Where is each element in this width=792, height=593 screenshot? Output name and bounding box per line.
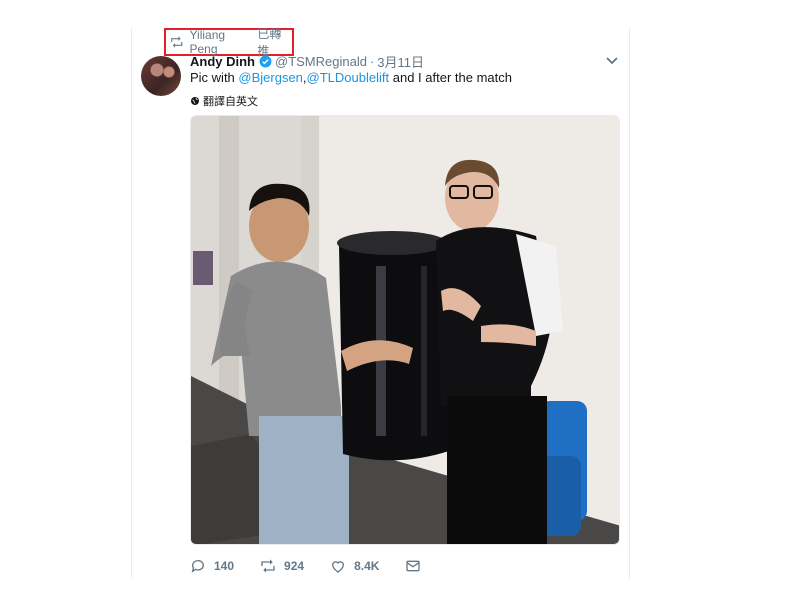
author-handle[interactable]: @TSMReginald (275, 54, 367, 69)
tweet-text-suffix: and I after the match (389, 70, 512, 85)
translate-link[interactable]: 翻譯自英文 (190, 93, 258, 109)
photo-illustration (191, 116, 619, 544)
tweet-photo[interactable] (190, 115, 620, 545)
envelope-icon (406, 560, 421, 572)
avatar[interactable] (141, 56, 181, 96)
globe-icon (191, 97, 199, 105)
tweet-actions: 140 924 8.4K (190, 558, 455, 574)
verified-badge-icon (259, 55, 272, 67)
chevron-down-icon[interactable] (606, 57, 618, 65)
tweet-text-prefix: Pic with (190, 70, 239, 85)
like-count: 8.4K (354, 559, 380, 573)
heart-icon (332, 561, 345, 573)
reply-button[interactable]: 140 (190, 558, 234, 574)
translate-label[interactable]: 翻譯自英文 (203, 93, 258, 109)
like-button[interactable]: 8.4K (330, 558, 379, 574)
direct-message-button[interactable] (405, 558, 429, 574)
retweet-context[interactable]: Yiliang Peng 已轉推 (164, 27, 294, 58)
retweet-button[interactable]: 924 (260, 558, 304, 574)
tweet-text: Pic with @Bjergsen,@TLDoublelift and I a… (190, 70, 512, 86)
tweet-date[interactable]: 3月11日 (377, 52, 424, 71)
separator-dot: · (369, 53, 375, 69)
retweeter-name[interactable]: Yiliang Peng (189, 28, 253, 56)
tweet-header: Andy Dinh @TSMReginald · 3月11日 (190, 52, 424, 71)
reply-icon (191, 560, 204, 573)
mention-tldoublelift[interactable]: @TLDoublelift (307, 70, 390, 85)
mention-bjergsen[interactable]: @Bjergsen (238, 70, 303, 85)
retweet-icon (261, 559, 275, 573)
retweet-count: 924 (284, 559, 305, 573)
retweet-icon (171, 36, 183, 48)
author-name[interactable]: Andy Dinh (190, 54, 255, 69)
reply-count: 140 (214, 559, 235, 573)
